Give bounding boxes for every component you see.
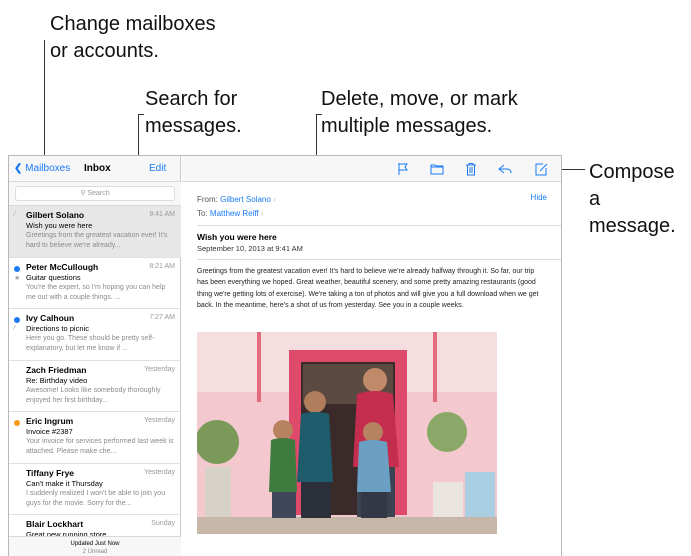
to-label: To: [197,209,208,218]
message-time: Yesterday [144,365,175,373]
from-address[interactable]: Gilbert Solano [220,195,271,204]
trash-icon[interactable] [463,161,479,177]
message-row[interactable]: ∕ Gilbert Solano 9:41 AM Wish you were h… [9,206,181,258]
message-time: 7:27 AM [149,314,175,321]
message-row[interactable]: ∕ Ivy Calhoun 7:27 AM Directions to picn… [9,309,181,361]
search-field[interactable]: ⚲ Search [15,186,175,201]
message-row[interactable]: ★ Peter McCullough 8:21 AM Guitar questi… [9,258,181,309]
message-detail-pane: From: Gilbert Solano › To: Matthew Reiff… [182,156,561,556]
callout-search: Search for messages. [145,88,242,137]
message-preview: Greetings from the greatest vacation eve… [26,232,168,249]
message-subject: Re: Birthday video [26,375,88,385]
inbox-title: Inbox [84,163,111,174]
message-time: 9:41 AM [149,211,175,218]
unread-dot [14,317,20,323]
detail-toolbar [182,156,561,182]
message-rows: ∕ Gilbert Solano 9:41 AM Wish you were h… [9,206,181,556]
message-time: 8:21 AM [149,262,175,270]
mailboxes-label: Mailboxes [25,163,71,174]
message-row[interactable]: Eric Ingrum Yesterday Invoice #2387 Your… [9,412,181,464]
message-subject: Directions to picnic [26,324,89,333]
from-label: From: [197,195,218,204]
message-time: Yesterday [144,468,175,476]
message-row[interactable]: Tiffany Frye Yesterday Can't make it Thu… [9,464,181,515]
message-date: September 10, 2013 at 9:41 AM [197,244,303,253]
unread-dot [14,265,20,272]
flag-dot [14,420,20,426]
hide-button[interactable]: Hide [531,193,547,202]
leader-search-tick [138,114,144,115]
message-preview: You're the expert, so I'm hoping you can… [26,283,166,301]
message-header: From: Gilbert Solano › To: Matthew Reiff… [197,193,276,221]
reply-icon[interactable] [497,161,513,177]
message-subject: Wish you were here [26,221,93,230]
list-footer: Updated Just Now 2 Unread [9,536,181,556]
edit-button[interactable]: Edit [149,163,166,174]
message-subject: Guitar questions [26,272,81,282]
list-navbar: ❮ Mailboxes Inbox Edit [9,156,180,182]
chevron-right-icon: › [260,209,264,218]
search-icon: ⚲ [80,190,86,197]
search-bar: ⚲ Search [9,182,181,206]
chevron-left-icon: ❮ [14,163,23,174]
leader-mailboxes [44,40,45,160]
message-preview: Your invoice for services performed last… [26,438,174,455]
callout-mailboxes: Change mailboxes or accounts. [50,13,216,62]
message-time: Yesterday [144,417,175,424]
message-preview: I suddenly realized I won't be able to j… [26,489,166,507]
message-preview: Here you go. These should be pretty self… [26,335,155,352]
flag-icon[interactable] [395,161,411,177]
leader-multi-tick [316,114,322,115]
message-time: Sunday [151,520,175,527]
update-status: Updated Just Now [70,541,120,547]
folder-icon[interactable] [429,161,445,177]
message-subject-heading: Wish you were here [197,232,277,242]
chevron-right-icon: › [273,195,276,204]
message-body: Greetings from the greatest vacation eve… [197,268,539,309]
compose-icon[interactable] [533,161,549,177]
family-photo[interactable] [197,332,497,534]
search-placeholder: Search [87,190,110,197]
message-list-pane: ❮ Mailboxes Inbox Edit ⚲ Search ∕ Gilber… [9,156,181,556]
subject-divider [197,259,561,260]
mailboxes-back-button[interactable]: ❮ Mailboxes [14,163,70,174]
callout-multi: Delete, move, or mark multiple messages. [321,88,518,137]
paperclip-icon: ∕ [14,211,16,218]
header-divider [197,225,561,226]
to-address[interactable]: Matthew Reiff [210,209,259,218]
message-subject: Can't make it Thursday [26,478,103,488]
star-icon: ★ [14,274,21,282]
paperclip-icon: ∕ [14,325,16,332]
callout-compose: Compose a message. [589,161,676,237]
unread-count: 2 Unread [82,549,108,555]
message-subject: Invoice #2387 [26,427,73,436]
message-preview: Awesome! Looks like somebody thoroughly … [26,386,161,404]
ipad-mail-screen: ❮ Mailboxes Inbox Edit ⚲ Search ∕ Gilber… [8,155,562,556]
message-row[interactable]: Zach Friedman Yesterday Re: Birthday vid… [9,361,181,412]
